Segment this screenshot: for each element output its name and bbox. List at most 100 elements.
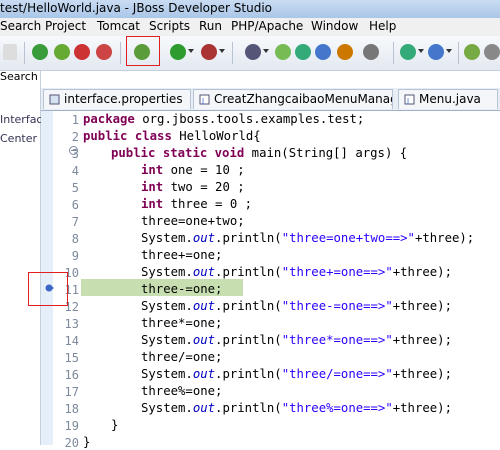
keyword: int	[141, 163, 164, 177]
code-line: int two = 20 ;	[141, 180, 245, 194]
field: out	[192, 231, 216, 245]
navigate-dropdown-icon[interactable]	[418, 49, 424, 53]
line-number: 20	[64, 436, 79, 450]
line-number: 2	[71, 130, 79, 144]
tab-label: Menu.java	[419, 92, 481, 106]
code-line: three-=one;	[141, 282, 223, 296]
menu-php-apache[interactable]: PHP/Apache	[231, 19, 303, 33]
properties-file-icon	[49, 94, 60, 105]
string-literal: "three*=one==>"	[281, 333, 393, 347]
run-dropdown-icon[interactable]	[188, 49, 194, 53]
keyword: public	[83, 129, 128, 143]
new-wizard-icon[interactable]	[275, 44, 291, 60]
new-package-icon[interactable]	[315, 44, 331, 60]
line-number: 8	[71, 232, 79, 246]
left-panel-label: Search	[0, 70, 38, 83]
code-line: System.out.println("three*=one==>"+three…	[141, 333, 452, 347]
left-panel-item[interactable]: Interfac	[0, 113, 42, 126]
field: out	[192, 265, 216, 279]
pin-icon[interactable]	[484, 44, 500, 60]
line-number: 14	[64, 334, 79, 348]
code-text: +three);	[414, 231, 475, 245]
code-text: System.	[141, 333, 193, 347]
code-line: }	[111, 418, 119, 432]
code-line: public class HelloWorld{	[83, 129, 261, 143]
code-line: three/=one;	[141, 350, 223, 364]
code-text: three = 0 ;	[163, 197, 253, 211]
code-text: +three);	[392, 265, 452, 279]
menu-run[interactable]: Run	[199, 19, 222, 33]
navigate-icon[interactable]	[400, 44, 416, 60]
fold-toggle-icon[interactable]: −	[69, 146, 78, 155]
tab-interface-properties[interactable]: interface.properties	[43, 89, 191, 109]
toolbar-separator	[120, 42, 121, 64]
string-literal: "three%=one==>"	[281, 401, 393, 415]
code-line: System.out.println("three+=one==>"+three…	[141, 265, 452, 279]
code-text: .println(	[215, 265, 282, 279]
code-line: three=one+two;	[141, 214, 245, 228]
svg-text:J: J	[406, 97, 409, 105]
line-number: 1	[71, 113, 79, 127]
java-file-icon: J	[404, 94, 415, 105]
code-text: System.	[141, 265, 193, 279]
server-icon[interactable]	[96, 44, 112, 60]
menu-window[interactable]: Window	[311, 19, 358, 33]
code-line: three*=one;	[141, 316, 223, 330]
menu-project[interactable]: Project	[45, 19, 86, 33]
line-number: 5	[71, 181, 79, 195]
title-bar: test/HelloWorld.java - JBoss Developer S…	[0, 0, 500, 18]
tab-menu-java[interactable]: J Menu.java	[398, 89, 498, 109]
field: out	[192, 299, 216, 313]
code-text: System.	[141, 401, 193, 415]
code-text: .println(	[215, 367, 282, 381]
line-number: 15	[64, 351, 79, 365]
globe-icon[interactable]	[428, 44, 444, 60]
code-line: three%=one;	[141, 384, 223, 398]
menu-scripts[interactable]: Scripts	[149, 19, 190, 33]
code-text: .println(	[215, 333, 282, 347]
keyword: package	[83, 112, 135, 126]
left-panel-item[interactable]: Center	[0, 132, 37, 145]
menu-search[interactable]: Search	[0, 19, 41, 33]
code-text: .println(	[215, 231, 282, 245]
breakpoint-annotation	[28, 272, 68, 306]
sql-icon[interactable]	[32, 44, 48, 60]
code-text: main(String[] args) {	[244, 146, 408, 160]
build-icon[interactable]	[363, 44, 379, 60]
code-line: System.out.println("three%=one==>"+three…	[141, 401, 452, 415]
run-config-icon[interactable]	[54, 44, 70, 60]
keyword: int	[141, 180, 164, 194]
keyword: int	[141, 197, 164, 211]
search-dropdown-icon[interactable]	[263, 49, 269, 53]
open-type-icon[interactable]	[337, 44, 353, 60]
menu-tomcat[interactable]: Tomcat	[97, 19, 140, 33]
tab-label: CreatZhangcaibaoMenuManag	[214, 92, 393, 106]
tool-icon[interactable]	[3, 44, 17, 60]
keyword: public	[111, 146, 156, 160]
external-tools-dropdown-icon[interactable]	[219, 49, 225, 53]
menu-help[interactable]: Help	[369, 19, 396, 33]
code-line: int three = 0 ;	[141, 197, 252, 211]
profile-icon[interactable]	[74, 44, 90, 60]
external-tools-icon[interactable]	[201, 44, 217, 60]
code-text: System.	[141, 367, 193, 381]
code-text: +three);	[392, 299, 452, 313]
search-icon[interactable]	[245, 44, 261, 60]
code-line: public static void main(String[] args) {	[111, 146, 407, 160]
toolbar-separator	[24, 42, 25, 64]
run-icon[interactable]	[170, 44, 186, 60]
string-literal: "three-=one==>"	[281, 299, 393, 313]
globe-dropdown-icon[interactable]	[446, 49, 452, 53]
new-class-icon[interactable]	[295, 44, 311, 60]
tab-creatzhangcaibao[interactable]: J CreatZhangcaibaoMenuManag	[193, 89, 393, 109]
debug-button-annotation	[126, 36, 160, 66]
line-number: 13	[64, 317, 79, 331]
code-editor[interactable]: 1 2 3 4 5 6 7 8 9 10 11 12 13 14 15 16 1…	[41, 111, 500, 450]
toggle-icon[interactable]	[464, 44, 480, 60]
code-text: +three);	[392, 333, 452, 347]
toolbar-separator	[458, 42, 459, 64]
code-text: two = 20 ;	[163, 180, 245, 194]
